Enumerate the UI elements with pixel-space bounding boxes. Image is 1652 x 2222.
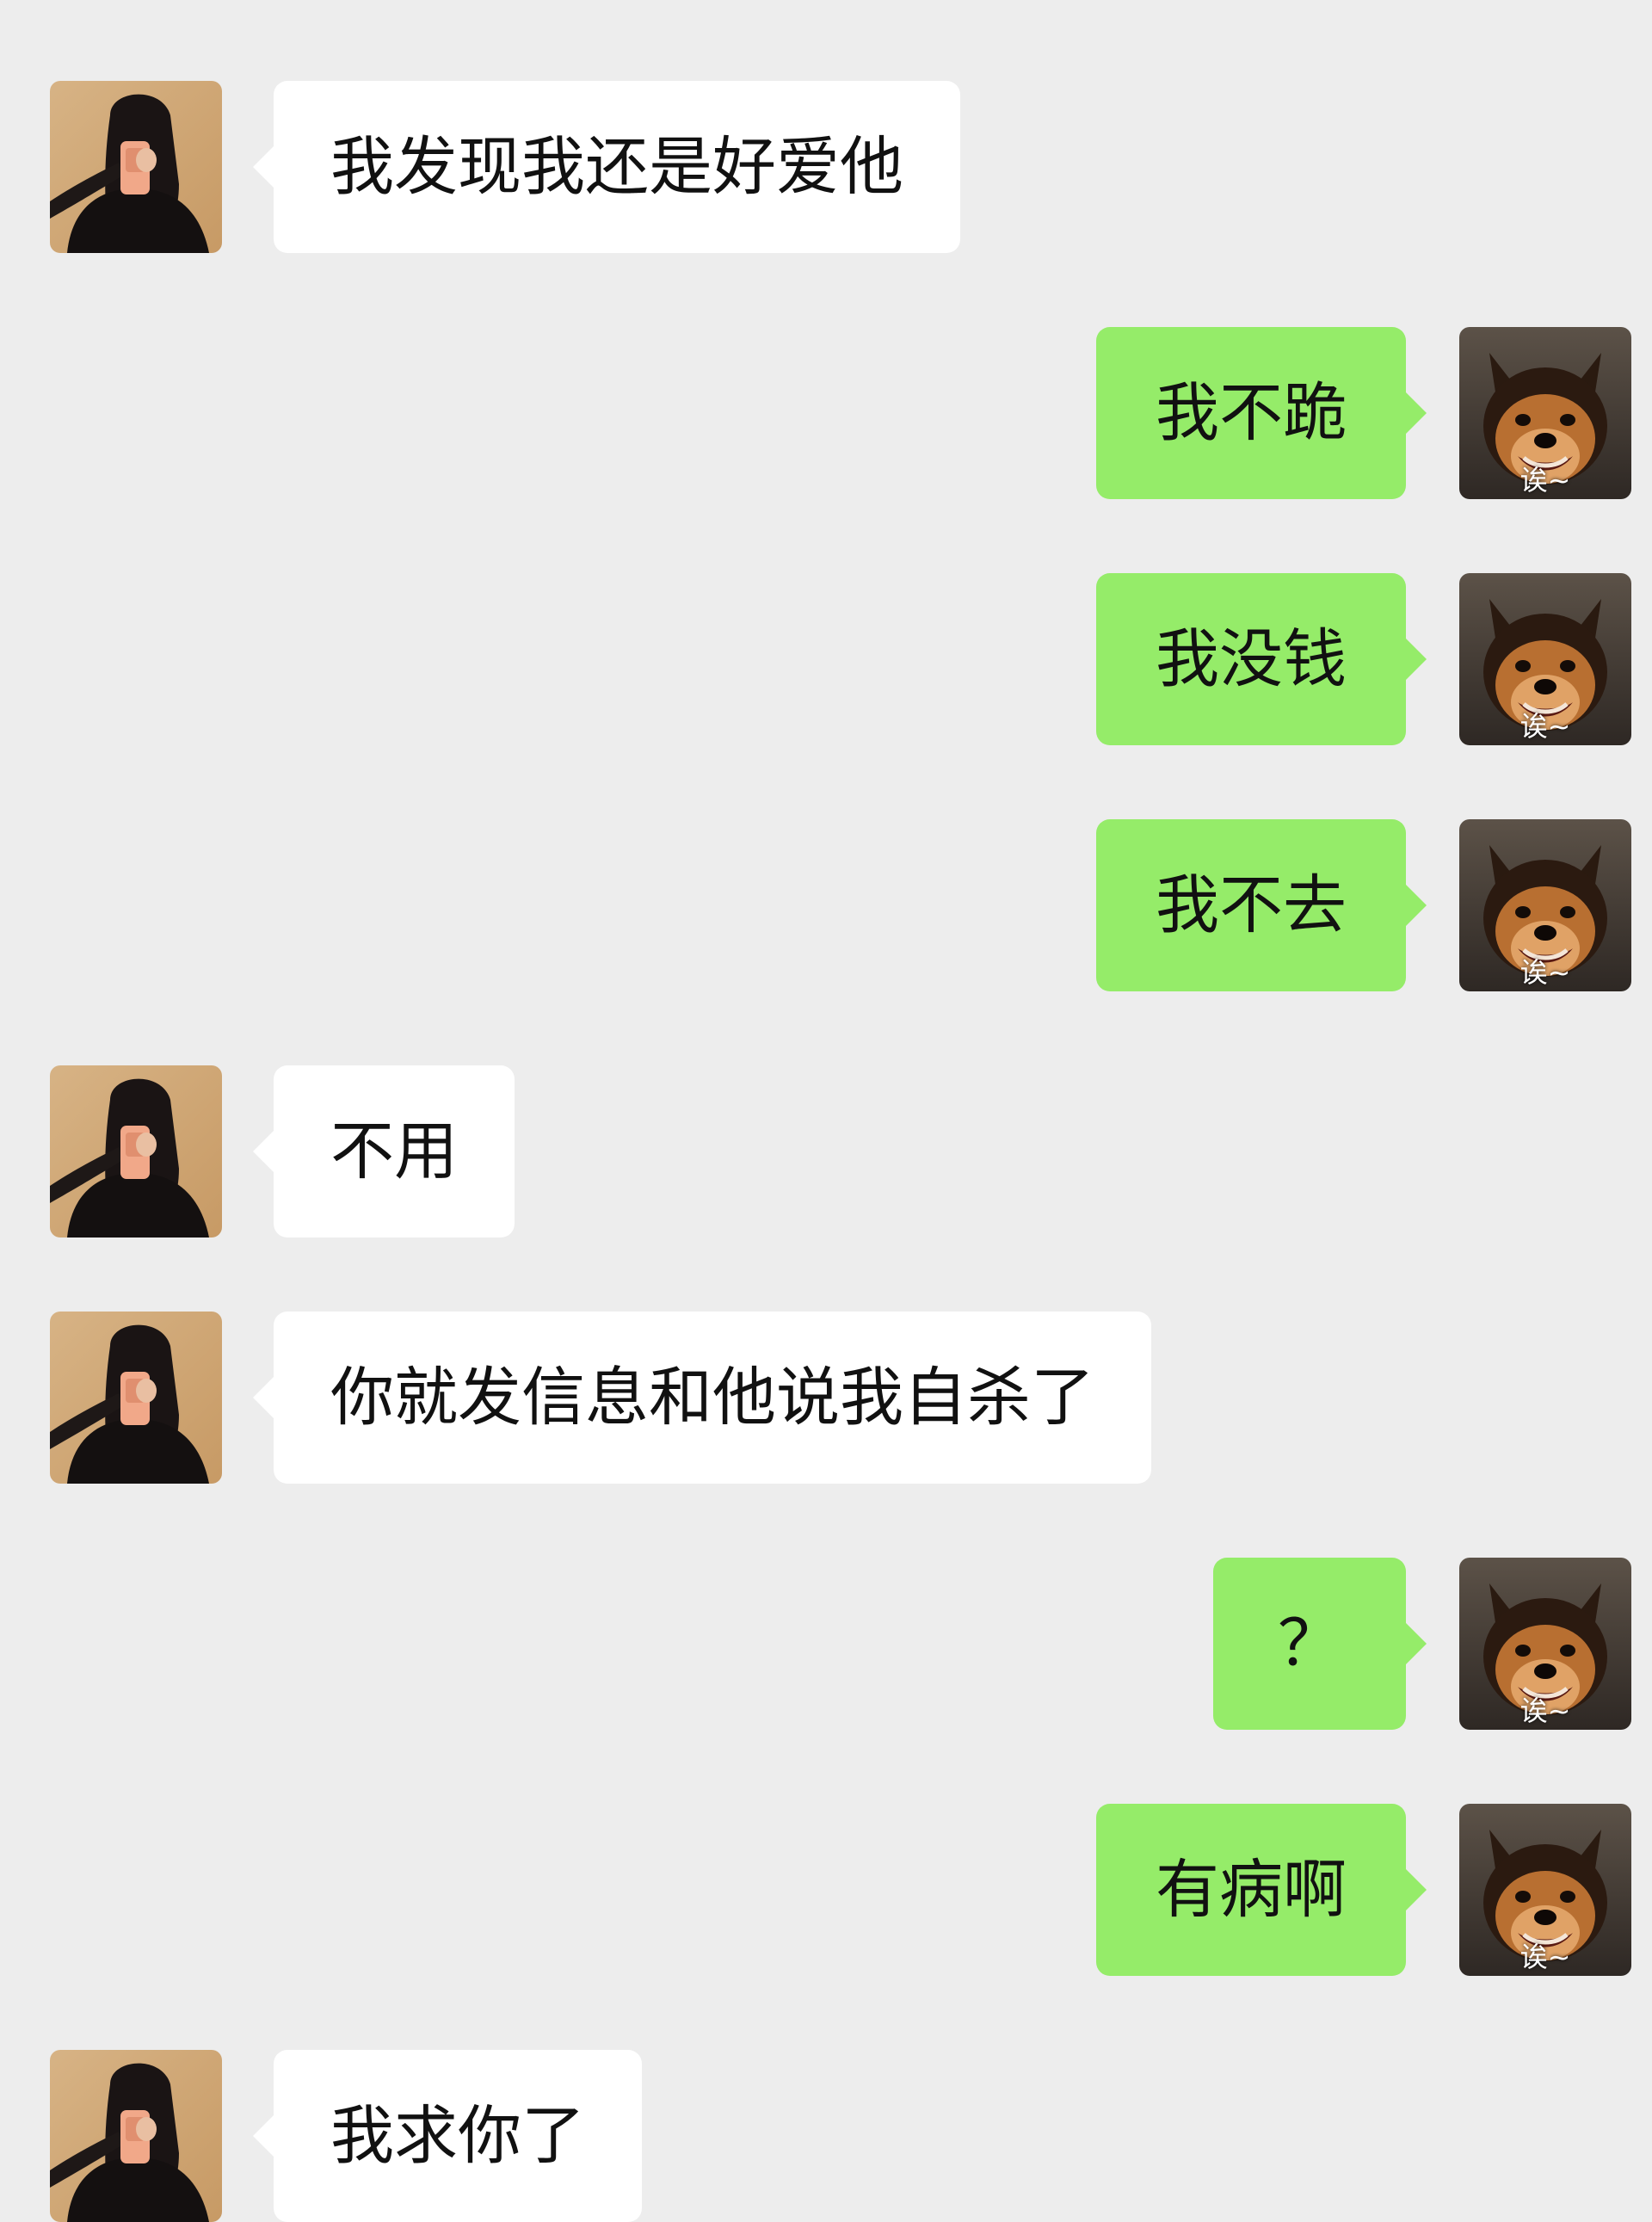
incoming-message-bubble[interactable]: 我求你了 bbox=[253, 2050, 642, 2222]
incoming-message: 我发现我还是好爱他 bbox=[0, 81, 1652, 253]
incoming-message: 你就发信息和他说我自杀了 bbox=[0, 1312, 1652, 1484]
outgoing-message: 有病啊 诶~ bbox=[0, 1804, 1652, 1976]
incoming-message: 不用 bbox=[0, 1065, 1652, 1238]
outgoing-message: 我不跪 诶~ bbox=[0, 327, 1652, 499]
incoming-message-bubble[interactable]: 你就发信息和他说我自杀了 bbox=[253, 1312, 1151, 1484]
outgoing-message-bubble[interactable]: ？ bbox=[1213, 1558, 1427, 1730]
incoming-message-bubble[interactable]: 我发现我还是好爱他 bbox=[253, 81, 960, 253]
incoming-message-bubble[interactable]: 不用 bbox=[253, 1065, 515, 1238]
outgoing-message-bubble[interactable]: 我不跪 bbox=[1096, 327, 1427, 499]
avatar-caption: 诶~ bbox=[1519, 710, 1571, 743]
avatar-caption: 诶~ bbox=[1519, 464, 1571, 497]
chat-area: 我发现我还是好爱他 我不跪 诶~ 我没钱 诶~ 我不去 诶~ 不用 你就发信息和… bbox=[0, 0, 1652, 2222]
woman-selfie-avatar-icon[interactable] bbox=[50, 2050, 222, 2222]
woman-selfie-avatar-icon[interactable] bbox=[50, 81, 222, 253]
incoming-message: 我求你了 bbox=[0, 2050, 1652, 2222]
smiling-dog-avatar-icon[interactable]: 诶~ bbox=[1459, 1558, 1631, 1730]
woman-selfie-avatar-icon[interactable] bbox=[50, 1065, 222, 1238]
outgoing-message-bubble[interactable]: 我没钱 bbox=[1096, 573, 1427, 745]
woman-selfie-avatar-icon[interactable] bbox=[50, 1312, 222, 1484]
outgoing-message: 我不去 诶~ bbox=[0, 819, 1652, 991]
smiling-dog-avatar-icon[interactable]: 诶~ bbox=[1459, 573, 1631, 745]
outgoing-message-bubble[interactable]: 有病啊 bbox=[1096, 1804, 1427, 1976]
smiling-dog-avatar-icon[interactable]: 诶~ bbox=[1459, 819, 1631, 991]
smiling-dog-avatar-icon[interactable]: 诶~ bbox=[1459, 327, 1631, 499]
outgoing-message: ？ 诶~ bbox=[0, 1558, 1652, 1730]
smiling-dog-avatar-icon[interactable]: 诶~ bbox=[1459, 1804, 1631, 1976]
avatar-caption: 诶~ bbox=[1519, 1941, 1571, 1973]
avatar-caption: 诶~ bbox=[1519, 956, 1571, 989]
outgoing-message: 我没钱 诶~ bbox=[0, 573, 1652, 745]
avatar-caption: 诶~ bbox=[1519, 1694, 1571, 1727]
outgoing-message-bubble[interactable]: 我不去 bbox=[1096, 819, 1427, 991]
